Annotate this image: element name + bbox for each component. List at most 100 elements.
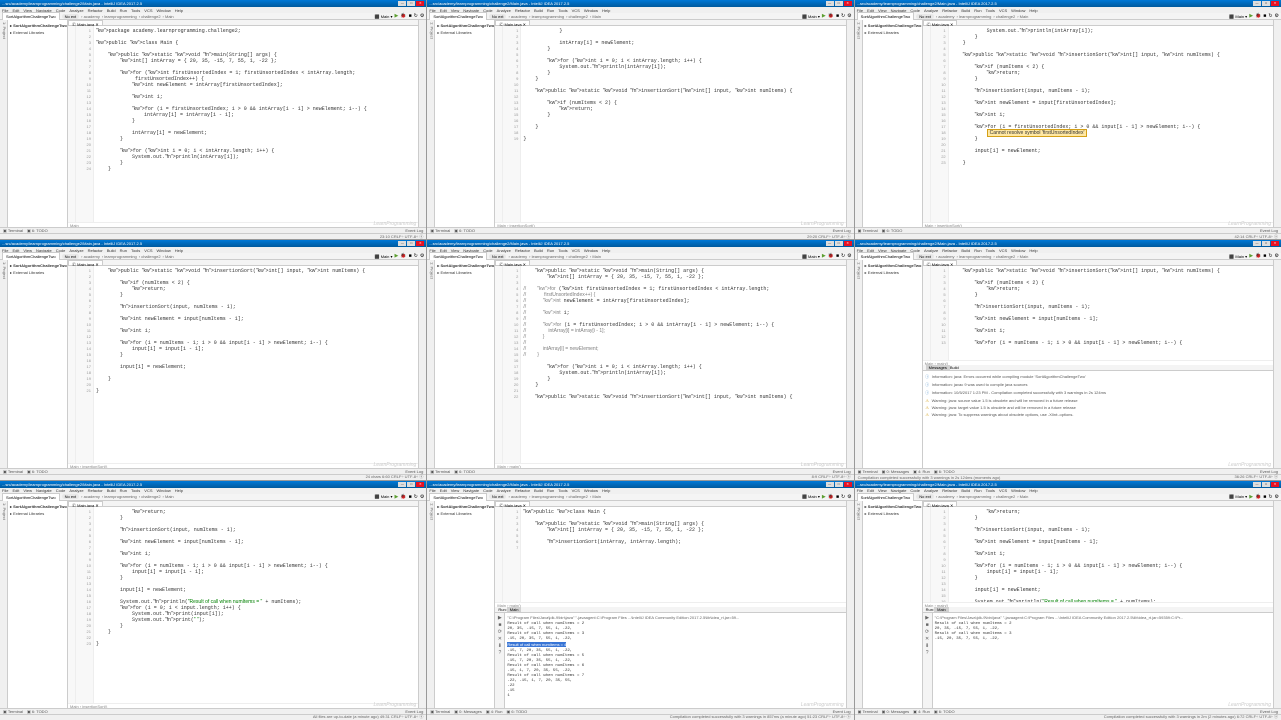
tree-root[interactable]: ▸ SortAlgorithmChallengeTwo (865, 262, 920, 269)
menu-run[interactable]: Run (120, 488, 127, 493)
ext-pill[interactable]: No ext (489, 254, 507, 259)
settings-icon[interactable]: ⚙ (420, 13, 424, 19)
breadcrumb-challenge2[interactable]: › challenge2 (139, 254, 161, 259)
stop-icon[interactable]: ■ (1263, 494, 1266, 500)
stop-icon[interactable]: ■ (836, 494, 839, 500)
menu-tools[interactable]: Tools (986, 488, 995, 493)
help-icon[interactable]: ? (498, 650, 501, 656)
menu-refactor[interactable]: Refactor (88, 8, 103, 13)
project-tab[interactable]: SortAlgorithmChallengeTwo (429, 252, 487, 260)
right-sidebar[interactable] (846, 501, 854, 708)
stop-icon[interactable]: ■ (1263, 13, 1266, 19)
line-gutter[interactable]: 1234567891011121314151617 (931, 507, 949, 602)
debug-icon[interactable]: 🐞 (400, 253, 406, 259)
run-icon[interactable]: ▶ (822, 494, 826, 500)
project-tree[interactable]: ▸ SortAlgorithmChallengeTwo▸ External Li… (8, 20, 68, 227)
debug-icon[interactable]: 🐞 (828, 494, 834, 500)
close-button[interactable]: ✕ (416, 1, 424, 6)
ext-pill[interactable]: No ext (62, 14, 80, 19)
menu-help[interactable]: Help (1029, 248, 1037, 253)
help-icon[interactable]: ? (926, 650, 929, 656)
rerun-icon[interactable]: ↻ (1268, 13, 1272, 19)
maximize-button[interactable]: □ (1262, 482, 1270, 487)
restart-icon[interactable]: ⟳ (498, 629, 502, 635)
code-content[interactable]: "kw">public "kw">class Main { "kw">publi… (521, 507, 845, 602)
tree-root[interactable]: ▸ SortAlgorithmChallengeTwo (10, 22, 65, 29)
menu-window[interactable]: Window (157, 488, 171, 493)
menu-refactor[interactable]: Refactor (88, 488, 103, 493)
menu-help[interactable]: Help (602, 8, 610, 13)
menu-vcs[interactable]: VCS (572, 488, 580, 493)
tree-root[interactable]: ▸ SortAlgorithmChallengeTwo (10, 503, 65, 510)
maximize-button[interactable]: □ (835, 241, 843, 246)
menu-tools[interactable]: Tools (558, 488, 567, 493)
breadcrumb-learnprogramming[interactable]: › learnprogramming (102, 494, 137, 499)
minimize-button[interactable]: — (398, 1, 406, 6)
left-sidebar[interactable]: 1: Project (855, 20, 863, 227)
run-icon[interactable]: ▶ (395, 13, 399, 19)
left-sidebar[interactable]: 1: Project (0, 260, 8, 467)
rerun-icon[interactable]: ↻ (414, 13, 418, 19)
run-config-selector[interactable]: ⬛ Main ▾ (802, 14, 820, 19)
menu-vcs[interactable]: VCS (999, 488, 1007, 493)
menu-tools[interactable]: Tools (986, 248, 995, 253)
run-icon[interactable]: ▶ (395, 494, 399, 500)
menu-run[interactable]: Run (974, 488, 981, 493)
ext-pill[interactable]: No ext (489, 14, 507, 19)
line-gutter[interactable]: 12345678910111213 (931, 266, 949, 359)
editor-area[interactable]: 123456789101112131415161718192021 "kw">p… (68, 266, 418, 462)
project-tab[interactable]: SortAlgorithmChallengeTwo (429, 12, 487, 20)
breadcrumb-academy[interactable]: › academy (81, 14, 100, 19)
menu-run[interactable]: Run (120, 248, 127, 253)
settings-icon[interactable]: ⚙ (1275, 494, 1279, 500)
right-sidebar[interactable] (1273, 20, 1281, 227)
left-sidebar[interactable]: 1: Project (427, 20, 435, 227)
menu-help[interactable]: Help (602, 488, 610, 493)
breadcrumb-challenge2[interactable]: › challenge2 (993, 494, 1015, 499)
menu-help[interactable]: Help (175, 248, 183, 253)
breadcrumb-academy[interactable]: › academy (936, 494, 955, 499)
debug-icon[interactable]: 🐞 (1255, 253, 1261, 259)
settings-icon[interactable]: ⚙ (420, 494, 424, 500)
debug-icon[interactable]: 🐞 (400, 494, 406, 500)
code-content[interactable]: "kw">public "kw">static "kw">void "fn">i… (94, 266, 418, 462)
menu-build[interactable]: Build (107, 248, 116, 253)
menu-build[interactable]: Build (107, 488, 116, 493)
rerun-icon[interactable]: ▶ (925, 615, 929, 621)
left-sidebar[interactable]: 1: Project (427, 260, 435, 467)
console-output[interactable]: "C:\Program Files\Java\jdk-9\bin\java" "… (933, 613, 1273, 708)
editor-area[interactable]: 123456789101112131415161718192021222324"… (68, 26, 418, 222)
down-icon[interactable]: ⬇ (925, 643, 929, 649)
menu-run[interactable]: Run (547, 8, 554, 13)
breadcrumb-learnprogramming[interactable]: › learnprogramming (102, 14, 137, 19)
left-sidebar[interactable]: 1: Project (855, 260, 863, 467)
restart-icon[interactable]: ⟳ (925, 629, 929, 635)
line-gutter[interactable]: 1234567 (503, 507, 521, 602)
menu-run[interactable]: Run (547, 488, 554, 493)
menu-refactor[interactable]: Refactor (88, 248, 103, 253)
window-titlebar[interactable]: ...src/academy/learnprogramming/challeng… (855, 0, 1281, 7)
project-tab[interactable]: SortAlgorithmChallengeTwo (2, 252, 60, 260)
run-config-selector[interactable]: ⬛ Main ▾ (375, 14, 393, 19)
menu-build[interactable]: Build (961, 8, 970, 13)
tree-root[interactable]: ▸ SortAlgorithmChallengeTwo (865, 503, 920, 510)
close-button[interactable]: ✕ (416, 482, 424, 487)
project-tree[interactable]: ▸ SortAlgorithmChallengeTwo▸ External Li… (435, 501, 495, 708)
code-content[interactable]: } intArray[i] = newElement; } "kw">for (… (521, 26, 845, 222)
project-tree[interactable]: ▸ SortAlgorithmChallengeTwo▸ External Li… (8, 260, 68, 467)
menu-analyze[interactable]: Analyze (497, 8, 511, 13)
breadcrumb-Main[interactable]: › Main (1017, 14, 1028, 19)
run-icon[interactable]: ▶ (822, 13, 826, 19)
menu-analyze[interactable]: Analyze (497, 248, 511, 253)
file-tab-main[interactable]: Ⓒ Main.java ✕ (495, 20, 530, 25)
settings-icon[interactable]: ⚙ (847, 494, 851, 500)
maximize-button[interactable]: □ (407, 1, 415, 6)
close-button[interactable]: ✕ (1271, 241, 1279, 246)
breadcrumb-challenge2[interactable]: › challenge2 (993, 14, 1015, 19)
right-sidebar[interactable] (846, 260, 854, 467)
minimize-button[interactable]: — (1253, 241, 1261, 246)
maximize-button[interactable]: □ (407, 241, 415, 246)
run-config-selector[interactable]: ⬛ Main ▾ (802, 254, 820, 259)
close-button[interactable]: ✕ (844, 482, 852, 487)
line-gutter[interactable]: 123456789101112131415161718192021222324 (76, 26, 94, 222)
